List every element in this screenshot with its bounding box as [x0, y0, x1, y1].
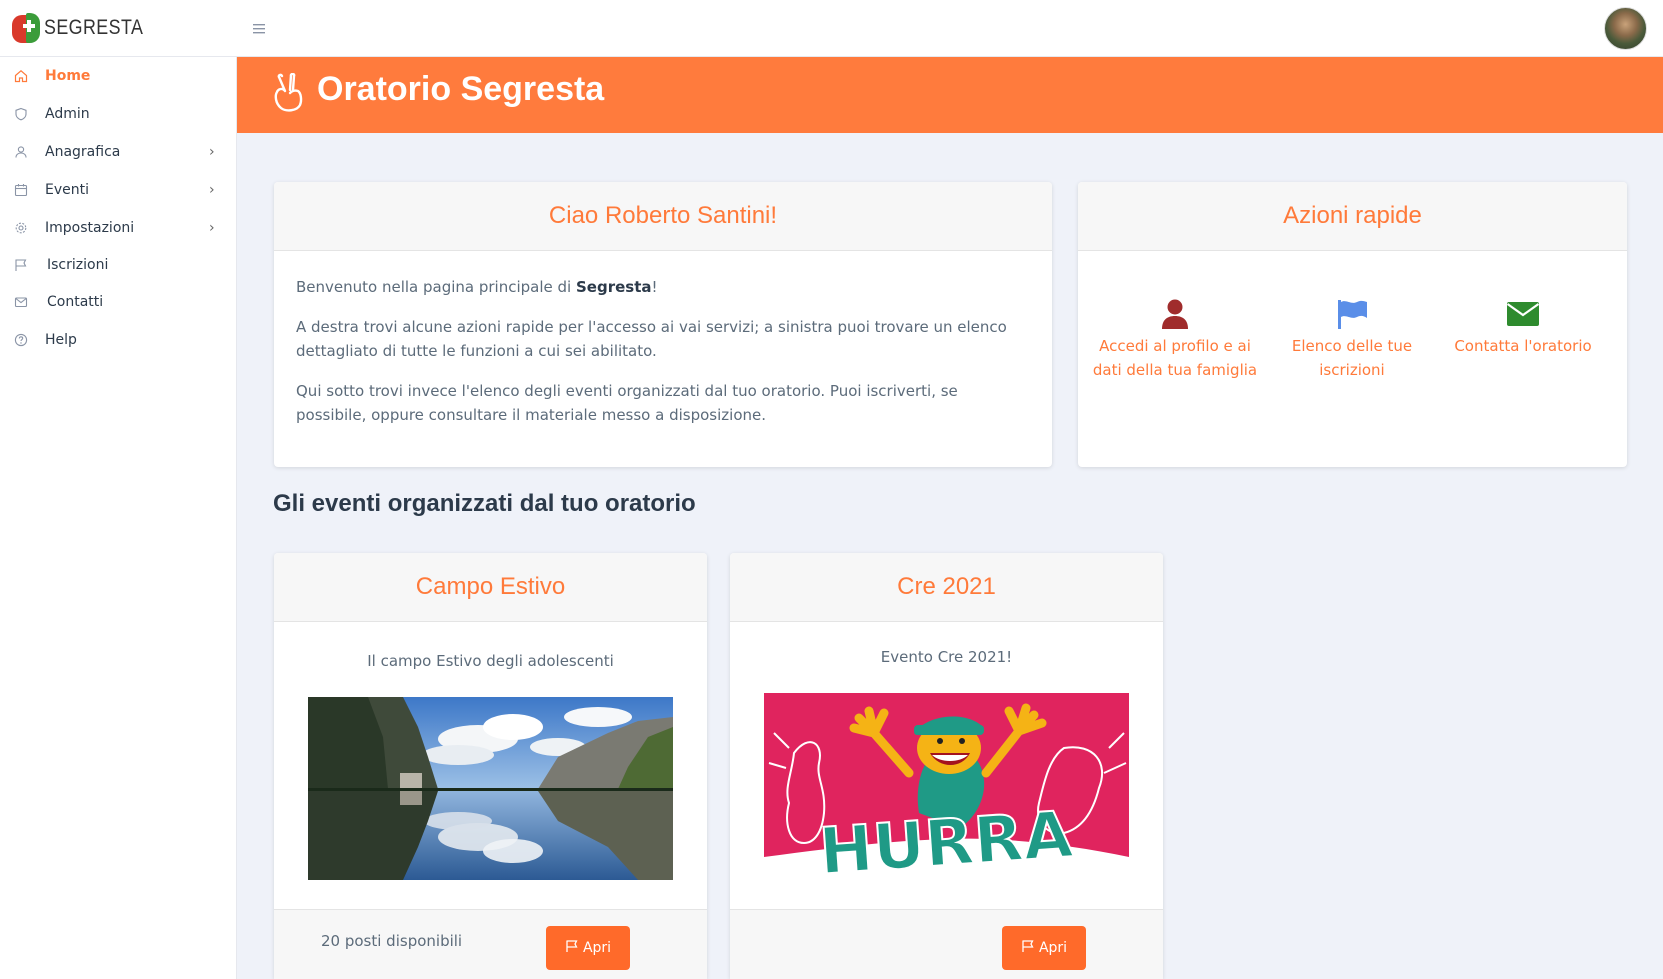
event-description: Evento Cre 2021! [880, 648, 1013, 666]
card-header: Campo Estivo [274, 553, 707, 622]
mail-icon [13, 294, 29, 310]
page-title: Oratorio Segresta [317, 70, 605, 108]
calendar-icon [13, 182, 29, 198]
event-title: Cre 2021 [897, 573, 996, 600]
event-footer: Apri [730, 909, 1163, 979]
chevron-right-icon: › [209, 144, 215, 160]
top-bar: SEGRESTA [0, 0, 1663, 57]
sidebar-item-label: Home [45, 68, 91, 84]
page-header: Oratorio Segresta [237, 57, 1663, 133]
sidebar-item-label: Iscrizioni [47, 257, 109, 273]
welcome-title: Ciao Roberto Santini! [548, 202, 778, 229]
quick-action-label: Accedi al profilo e ai dati della tua fa… [1092, 337, 1258, 379]
events-section-title: Gli eventi organizzati dal tuo oratorio [273, 490, 696, 517]
quick-action-label: Contatta l'oratorio [1454, 337, 1592, 355]
chevron-right-icon: › [209, 182, 215, 198]
quick-action-profile[interactable]: Accedi al profilo e ai dati della tua fa… [1090, 297, 1260, 382]
sidebar: Home Admin Anagrafica › Eventi › Imposta… [0, 57, 237, 979]
user-icon [1090, 297, 1260, 331]
quick-actions-title: Azioni rapide [1283, 202, 1422, 229]
brand-name: SEGRESTA [44, 16, 144, 39]
welcome-body: Benvenuto nella pagina principale di Seg… [296, 275, 1026, 443]
user-icon [13, 144, 29, 160]
brand-logo[interactable]: SEGRESTA [12, 11, 161, 45]
gear-icon [13, 220, 29, 236]
welcome-card: Ciao Roberto Santini! Benvenuto nella pa… [274, 182, 1052, 467]
open-button-label: Apri [582, 940, 612, 956]
welcome-paragraph-3: Qui sotto trovi invece l'elenco degli ev… [296, 382, 958, 424]
sidebar-item-label: Contatti [47, 294, 104, 310]
sidebar-item-iscrizioni[interactable]: Iscrizioni [0, 246, 236, 284]
sidebar-item-contatti[interactable]: Contatti [0, 283, 236, 321]
menu-toggle-icon[interactable] [252, 18, 266, 38]
user-avatar[interactable] [1604, 7, 1647, 50]
event-description: Il campo Estivo degli adolescenti [367, 652, 614, 670]
welcome-paragraph-2: A destra trovi alcune azioni rapide per … [296, 318, 1007, 360]
flag-icon [13, 257, 29, 273]
sidebar-item-label: Help [45, 332, 77, 348]
card-header: Azioni rapide [1078, 182, 1627, 251]
sidebar-item-eventi[interactable]: Eventi › [0, 171, 236, 209]
mountain-lake-photo [308, 697, 673, 880]
quick-actions-card: Azioni rapide Accedi al profilo e ai dat… [1078, 182, 1627, 467]
chevron-right-icon: › [209, 220, 215, 236]
sidebar-item-label: Eventi [45, 182, 89, 198]
sidebar-item-help[interactable]: Help [0, 321, 236, 359]
sidebar-item-anagrafica[interactable]: Anagrafica › [0, 133, 236, 171]
quick-action-registrations[interactable]: Elenco delle tue iscrizioni [1267, 297, 1437, 382]
help-icon [13, 332, 29, 348]
welcome-brand-bold: Segresta [575, 278, 652, 296]
sidebar-item-home[interactable]: Home [0, 57, 236, 95]
flag-icon [565, 939, 579, 957]
hurra-banner: HURRA [764, 693, 1129, 883]
sidebar-item-label: Admin [45, 106, 90, 122]
event-spots: 20 posti disponibili [321, 932, 463, 950]
event-title: Campo Estivo [415, 573, 566, 600]
shield-icon [13, 106, 29, 122]
hand-peace-icon [271, 72, 309, 113]
envelope-icon [1438, 297, 1608, 331]
open-event-button[interactable]: Apri [546, 926, 630, 970]
flag-icon [1267, 297, 1437, 331]
card-header: Cre 2021 [730, 553, 1163, 622]
sidebar-item-label: Anagrafica [45, 144, 121, 160]
quick-action-label: Elenco delle tue iscrizioni [1291, 337, 1413, 379]
welcome-paragraph-1: Benvenuto nella pagina principale di Seg… [296, 278, 658, 296]
quick-action-contact[interactable]: Contatta l'oratorio [1438, 297, 1608, 358]
card-header: Ciao Roberto Santini! [274, 182, 1052, 251]
sidebar-item-impostazioni[interactable]: Impostazioni › [0, 209, 236, 247]
home-icon [13, 68, 29, 84]
sidebar-item-label: Impostazioni [45, 220, 135, 236]
flag-icon [1021, 939, 1035, 957]
event-card: Campo Estivo Il campo Estivo degli adole… [274, 553, 707, 979]
event-footer: 20 posti disponibili Apri [274, 909, 707, 979]
open-event-button[interactable]: Apri [1002, 926, 1086, 970]
event-card: Cre 2021 Evento Cre 2021! HURRA Apri [730, 553, 1163, 979]
sidebar-item-admin[interactable]: Admin [0, 95, 236, 133]
open-button-label: Apri [1038, 940, 1068, 956]
segresta-logo-icon [12, 11, 42, 45]
